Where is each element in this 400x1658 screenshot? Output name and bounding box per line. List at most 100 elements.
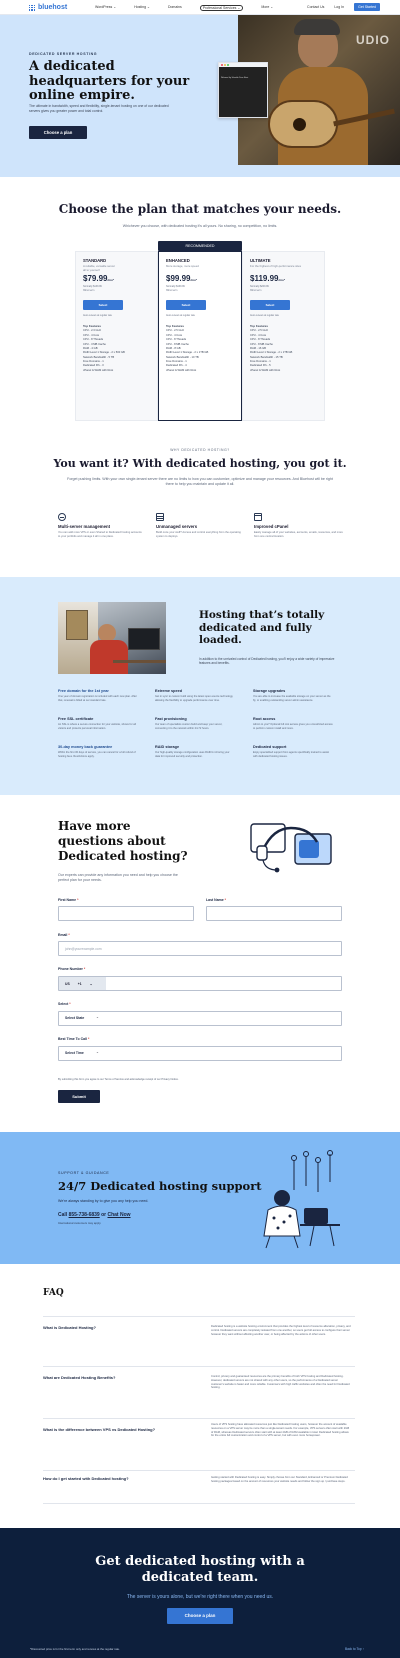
plan-select-button[interactable]: Select bbox=[83, 300, 123, 310]
plan-renews: Normally $169.99 bbox=[166, 285, 185, 288]
why-item-title: Multi-server management bbox=[58, 524, 111, 529]
plan-auto-renew: Auto-renews at regular rate bbox=[166, 314, 195, 317]
support-phone-link[interactable]: 855-738-6839 bbox=[69, 1212, 100, 1218]
feature-title: Free SSL certificate bbox=[58, 717, 94, 721]
plan-name: ENHANCED bbox=[166, 258, 190, 263]
why-eyebrow: WHY DEDICATED HOSTING? bbox=[170, 448, 230, 452]
feature-item: Storage upgrades You are able to increas… bbox=[253, 689, 333, 702]
faq-answer: Control, privacy and guaranteed resource… bbox=[211, 1375, 350, 1390]
control-panel-icon bbox=[254, 513, 262, 521]
plan-price-unit: /mo* bbox=[190, 278, 197, 282]
form-consent: By submitting this form you agree to our… bbox=[58, 1078, 179, 1081]
plan-desc: More storage, more speed bbox=[166, 264, 199, 268]
why-title: You want it? With dedicated hosting, you… bbox=[53, 457, 347, 470]
first-name-label: First Name * bbox=[58, 898, 79, 902]
feature-item: Dedicated support Enjoy specialized supp… bbox=[253, 745, 333, 758]
dial-code: +1 bbox=[77, 981, 82, 986]
email-input[interactable]: john@yourexample.com bbox=[58, 941, 342, 956]
country-code: US bbox=[65, 981, 70, 986]
login-link[interactable]: Log In bbox=[334, 5, 344, 9]
logo-grid-icon bbox=[29, 4, 35, 11]
support-headset-illustration bbox=[250, 823, 332, 873]
call-label: Call bbox=[58, 1212, 68, 1218]
why-item: Unmanaged servers Build once your stuff?… bbox=[156, 513, 241, 538]
nav-link-more[interactable]: More ⌄ bbox=[261, 5, 273, 11]
faq-item[interactable]: What is Dedicated Hosting? Dedicated hos… bbox=[43, 1316, 355, 1366]
support-body: We're always standing by to give you any… bbox=[58, 1199, 149, 1203]
plan-features-title: Top Features bbox=[250, 324, 268, 328]
plan-term: 36mo term bbox=[166, 289, 178, 292]
chat-now-link[interactable]: Chat Now bbox=[107, 1212, 130, 1218]
plan-renews: Normally $139.99 bbox=[83, 285, 102, 288]
support-eyebrow: SUPPORT & GUIDANCE bbox=[58, 1171, 110, 1175]
server-stack-icon bbox=[156, 513, 164, 521]
last-name-input[interactable] bbox=[206, 906, 342, 921]
plan-desc: A reliable, versatile server all to your… bbox=[83, 264, 116, 272]
faq-answer: Getting started with Dedicated hosting i… bbox=[211, 1476, 348, 1483]
why-item: Multi-server management You can add more… bbox=[58, 513, 143, 538]
faq-question: What are Dedicated Hosting Benefits? bbox=[43, 1375, 116, 1380]
office-photo bbox=[58, 602, 166, 674]
get-started-button[interactable]: Get Started bbox=[354, 3, 380, 11]
faq-answer: Users of VPS hosting have allocated reso… bbox=[211, 1423, 350, 1438]
feature-desc: You are able to increase the available s… bbox=[253, 695, 331, 702]
plan-auto-renew: Auto-renews at regular rate bbox=[250, 314, 279, 317]
feature-title: Fast provisioning bbox=[155, 717, 187, 721]
form-body: Our experts can provide any information … bbox=[58, 873, 178, 883]
hero-choose-plan-button[interactable]: Choose a plan bbox=[29, 126, 87, 139]
preview-menu-text: Welcome Gig Schedule Press Music bbox=[221, 77, 249, 79]
plan-select-button[interactable]: Select bbox=[166, 300, 206, 310]
plan-features-title: Top Features bbox=[166, 324, 184, 328]
feature-desc: Our team of specialists custom build and… bbox=[155, 723, 223, 730]
plan-card-ultimate: ULTIMATE For the highest of high-perform… bbox=[242, 251, 325, 421]
first-name-input[interactable] bbox=[58, 906, 194, 921]
plan-price: $99.99 bbox=[166, 274, 191, 283]
faq-question: What is Dedicated Hosting? bbox=[43, 1325, 96, 1330]
nav-link-professional-services[interactable]: Professional Services ⌄ bbox=[199, 5, 244, 11]
faq-question: How do I get started with Dedicated host… bbox=[43, 1476, 129, 1481]
contact-link[interactable]: Contact Us bbox=[307, 5, 324, 9]
feature-desc: One year of domain registration is inclu… bbox=[58, 695, 137, 702]
faq-item[interactable]: What is the difference between VPS vs De… bbox=[43, 1418, 355, 1470]
feature-item: Root access Admin to you? Optional full … bbox=[253, 717, 333, 730]
last-name-label: Last Name * bbox=[206, 898, 227, 902]
feature-desc: Within the first 30 days of service, you… bbox=[58, 751, 136, 758]
plan-select-button[interactable]: Select bbox=[250, 300, 290, 310]
time-value: Select Time bbox=[65, 1051, 84, 1055]
support-title: 24/7 Dedicated hosting support bbox=[58, 1179, 262, 1193]
plan-features-list: CPU - 2.3 GHz CPU - 4 Core CPU - 8 Threa… bbox=[83, 329, 157, 373]
why-items: Multi-server management You can add more… bbox=[58, 513, 348, 553]
support-note: International customers may apply. bbox=[58, 1221, 102, 1225]
plan-name: ULTIMATE bbox=[250, 258, 271, 263]
chevron-down-icon: ⌄ bbox=[89, 981, 93, 986]
footer-choose-plan-button[interactable]: Choose a plan bbox=[167, 1608, 233, 1624]
time-select[interactable]: Select Time ⌄ bbox=[58, 1046, 342, 1061]
bluehost-logo[interactable]: bluehost bbox=[29, 3, 67, 12]
plan-feature: cPanel & WHM with Root bbox=[250, 368, 281, 372]
country-code-select[interactable]: US +1 ⌄ bbox=[59, 977, 106, 990]
feature-desc: Admin to you? Optional full root access … bbox=[253, 723, 333, 730]
chevron-down-icon: ⌄ bbox=[96, 1050, 99, 1054]
back-to-top-link[interactable]: Back to Top ↑ bbox=[345, 1647, 364, 1651]
plan-desc: For the highest of high-performance site… bbox=[250, 264, 301, 268]
features-body: In addition to the unrivaled control of … bbox=[199, 657, 335, 666]
footer-body: The server is yours alone, but we're rig… bbox=[126, 1594, 274, 1600]
why-item-title: Unmanaged servers bbox=[156, 524, 198, 529]
faq-item[interactable]: What are Dedicated Hosting Benefits? Con… bbox=[43, 1366, 355, 1418]
phone-input[interactable]: US +1 ⌄ bbox=[58, 976, 342, 991]
feature-item: RAID storage Our high-quality storage co… bbox=[155, 745, 235, 758]
feature-title: RAID storage bbox=[155, 745, 180, 749]
plan-price: $119.99 bbox=[250, 274, 279, 283]
faq-item[interactable]: How do I get started with Dedicated host… bbox=[43, 1470, 355, 1504]
form-title: Have more questions about Dedicated host… bbox=[58, 819, 188, 863]
or-label: or bbox=[101, 1212, 107, 1218]
logo-text: bluehost bbox=[38, 4, 68, 11]
plan-renews: Normally $209.99 bbox=[250, 285, 269, 288]
why-item-title: Improved cPanel bbox=[254, 524, 289, 529]
nav-link-hosting[interactable]: Hosting ⌄ bbox=[134, 5, 150, 11]
nav-link-domains[interactable]: Domains bbox=[168, 5, 182, 11]
feature-title: Storage upgrades bbox=[253, 689, 286, 693]
state-select[interactable]: Select State ⌄ bbox=[58, 1011, 342, 1026]
submit-button[interactable]: Submit bbox=[58, 1090, 100, 1103]
nav-link-wordpress[interactable]: WordPress ⌄ bbox=[95, 5, 116, 11]
